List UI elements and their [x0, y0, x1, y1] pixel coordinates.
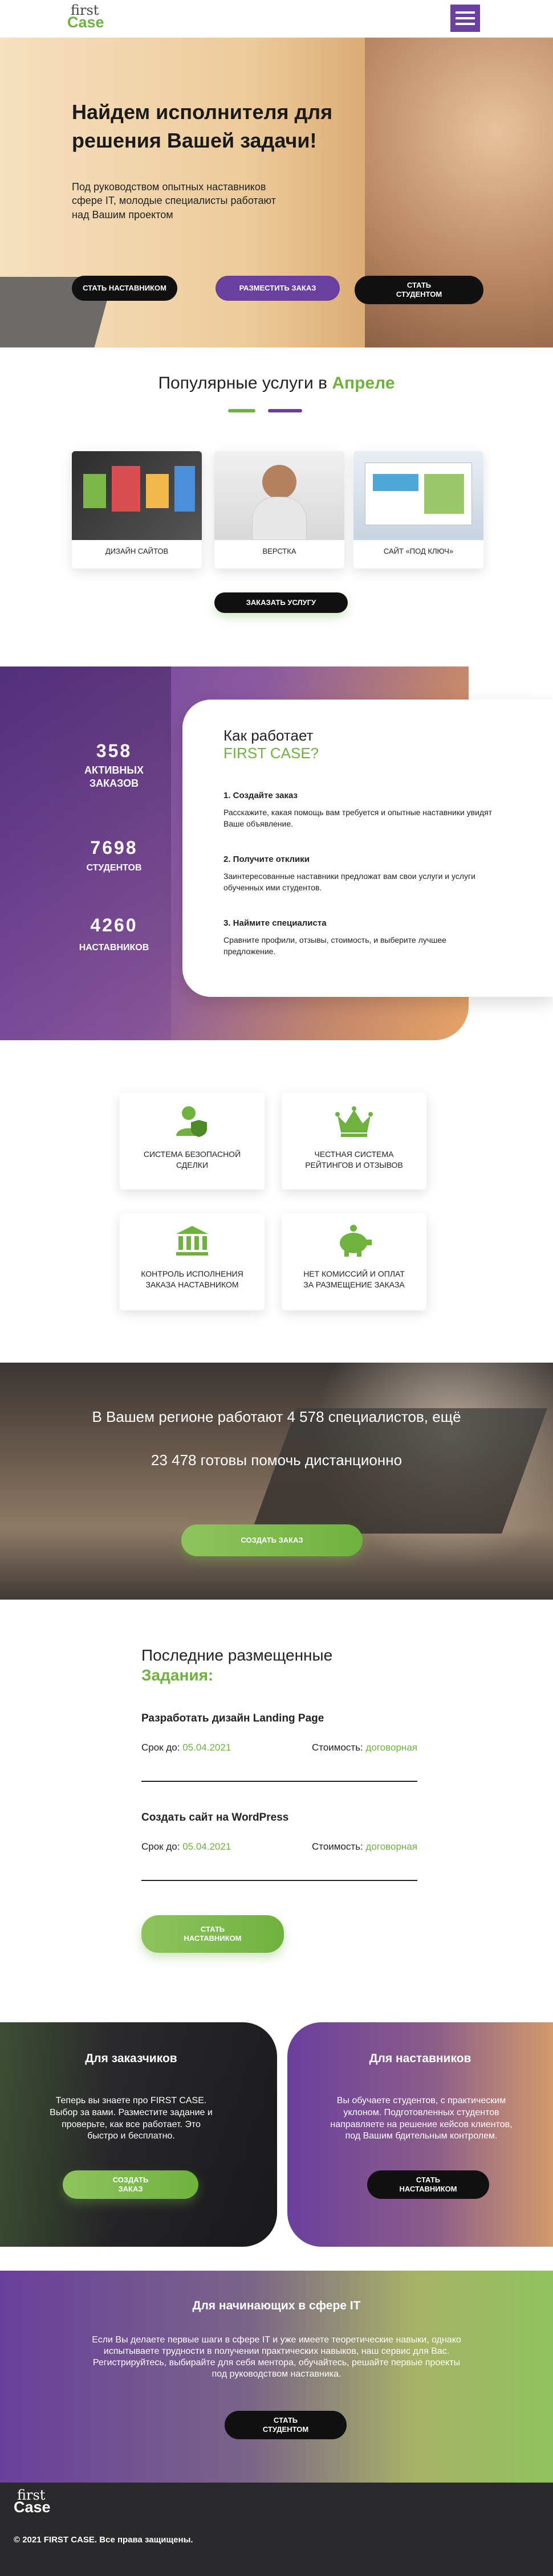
create-order-customers-button[interactable]: СОЗДАТЬ ЗАКАЗ [63, 2170, 198, 2199]
logo[interactable]: first Case [67, 3, 104, 30]
feature-control: КОНТРОЛЬ ИСПОЛНЕНИЯ ЗАКАЗА НАСТАВНИКОМ [120, 1213, 265, 1310]
create-order-button[interactable]: СОЗДАТЬ ЗАКАЗ [181, 1524, 363, 1556]
services-underline-2 [268, 409, 302, 412]
design-preview-image [72, 451, 202, 540]
region-laptop [250, 1408, 548, 1534]
region-section: В Вашем регионе работают 4 578 специалис… [0, 1363, 553, 1600]
service-label: ВЕРСТКА [262, 547, 296, 555]
how-step-3: 3. Наймите специалиста Сравните профили,… [223, 918, 446, 956]
customers-card: Для заказчиков Теперь вы знаете про FIRS… [0, 2022, 277, 2247]
menu-icon[interactable] [450, 5, 480, 32]
feature-ratings: ЧЕСТНАЯ СИСТЕМА РЕЙТИНГОВ И ОТЗЫВОВ [282, 1093, 426, 1189]
stat-active-orders: 358 АКТИВНЫХ ЗАКАЗОВ [84, 741, 144, 790]
mentors-card: Для наставников Вы обучаете студентов, с… [287, 2022, 553, 2247]
region-line-2: 23 478 готовы помочь дистанционно [151, 1451, 402, 1469]
feature-no-fees: НЕТ КОМИССИЙ И ОПЛАТ ЗА РАЗМЕЩЕНИЕ ЗАКАЗ… [282, 1213, 426, 1310]
stat-mentors: 4260 НАСТАВНИКОВ [79, 915, 149, 952]
service-card-turnkey[interactable]: САЙТ «ПОД КЛЮЧ» [353, 451, 483, 569]
piggy-bank-icon [340, 1225, 372, 1257]
footer-logo[interactable]: first Case [14, 2488, 51, 2515]
beginners-section: Для начинающих в сфере IT Если Вы делает… [0, 2271, 553, 2483]
hero-title: Найдем исполнителя для решения Вашей зад… [72, 100, 333, 153]
task-item-2[interactable]: Создать сайт на WordPress Срок до: 05.04… [141, 1812, 417, 1881]
how-title: Как работает FIRST CASE? [223, 727, 319, 762]
region-line-1: В Вашем регионе работают 4 578 специалис… [92, 1408, 461, 1425]
become-mentor-card-button[interactable]: СТАТЬ НАСТАВНИКОМ [367, 2170, 489, 2199]
service-label: САЙТ «ПОД КЛЮЧ» [383, 547, 454, 555]
how-step-2: 2. Получите отклики Заинтересованные нас… [223, 854, 475, 892]
services-underline [228, 409, 255, 412]
order-service-button[interactable]: ЗАКАЗАТЬ УСЛУГУ [214, 592, 348, 613]
task-item-1[interactable]: Разработать дизайн Landing Page Срок до:… [141, 1712, 417, 1782]
footer: first Case © 2021 FIRST CASE. Все права … [0, 2483, 553, 2576]
service-label: ДИЗАЙН САЙТОВ [105, 547, 169, 555]
bank-icon [176, 1226, 208, 1256]
service-card-design[interactable]: ДИЗАЙН САЙТОВ [72, 451, 202, 569]
become-mentor-button[interactable]: СТАТЬ НАСТАВНИКОМ [72, 276, 177, 301]
header: first Case [0, 0, 553, 38]
turnkey-preview-image [353, 451, 483, 540]
crown-icon [335, 1106, 373, 1137]
layout-preview-image [214, 451, 344, 540]
tasks-title: Последние размещенные Задания: [141, 1646, 333, 1684]
become-student-button[interactable]: СТАТЬ СТУДЕНТОМ [355, 276, 483, 304]
become-student-beginners-button[interactable]: СТАТЬ СТУДЕНТОМ [225, 2411, 347, 2439]
stat-students: 7698 СТУДЕНТОВ [86, 837, 142, 873]
become-mentor-tasks-button[interactable]: СТАТЬ НАСТАВНИКОМ [141, 1915, 284, 1953]
service-card-layout[interactable]: ВЕРСТКА [214, 451, 344, 569]
how-it-works-card: Как работает FIRST CASE? 1. Создайте зак… [182, 700, 553, 997]
user-shield-icon [176, 1106, 207, 1137]
hero-subtitle: Под руководством опытных наставников сфе… [72, 181, 276, 220]
task-divider [141, 1880, 417, 1881]
hero-section: Найдем исполнителя для решения Вашей зад… [0, 38, 553, 347]
task-divider [141, 1781, 417, 1782]
place-order-button[interactable]: РАЗМЕСТИТЬ ЗАКАЗ [215, 276, 340, 301]
services-title: Популярные услуги в Апреле [158, 374, 395, 392]
feature-safe-deal: СИСТЕМА БЕЗОПАСНОЙ СДЕЛКИ [120, 1093, 265, 1189]
how-step-1: 1. Создайте заказ Расскажите, какая помо… [223, 791, 493, 828]
